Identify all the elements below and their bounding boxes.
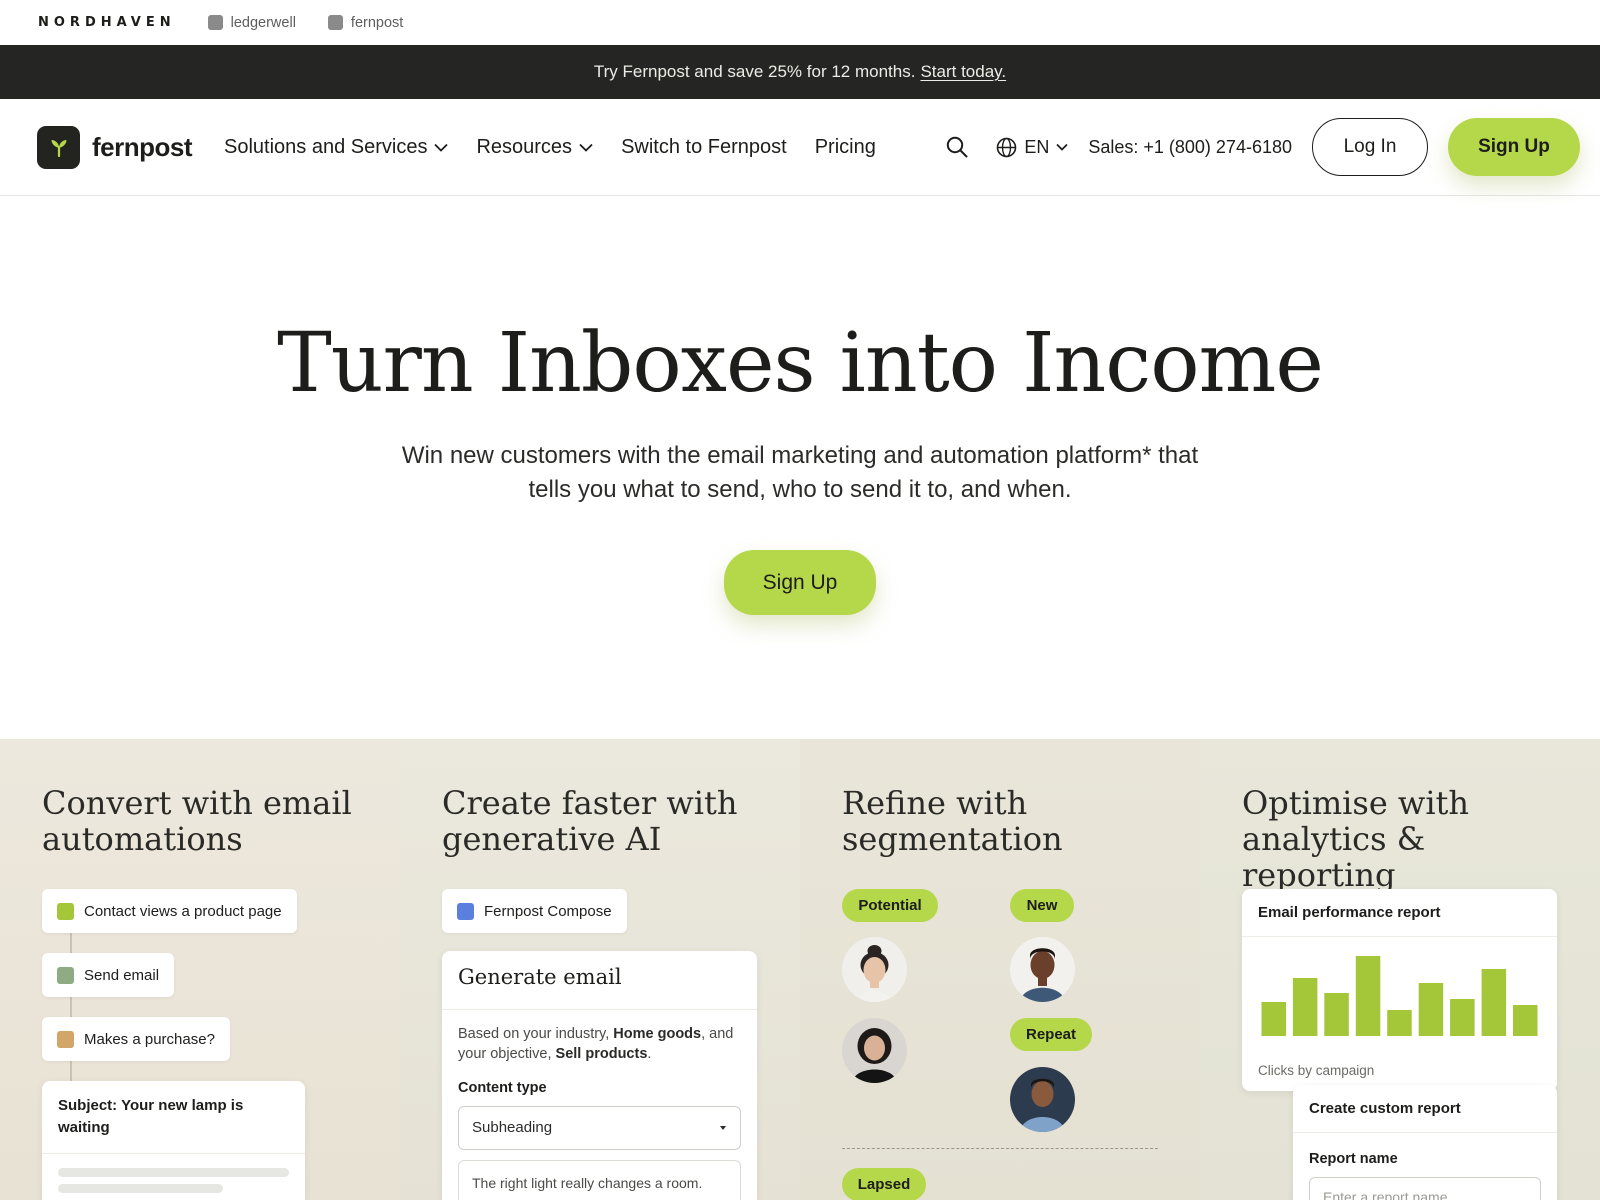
custom-report-card: Create custom report Report name Enter a… [1293,1085,1557,1200]
site-link-label: ledgerwell [230,14,296,31]
nav-item-label: Switch to Fernpost [621,135,787,158]
content-type-select[interactable]: Subheading [458,1106,741,1150]
signup-button[interactable]: Sign Up [1448,118,1580,176]
report-name-label: Report name [1309,1151,1398,1167]
fernpost-logo[interactable]: fernpost [37,125,193,169]
chart-caption: Clicks by campaign [1258,1063,1375,1078]
flow-step: Contact views a product page [42,889,297,933]
nav-switch[interactable]: Switch to Fernpost [621,136,787,159]
language-label: EN [1024,136,1050,157]
login-button[interactable]: Log In [1312,118,1428,176]
segment-badge-potential: Potential [842,889,938,922]
feature-analytics: Optimise with analytics & reporting Emai… [1200,739,1600,1200]
trigger-icon [57,902,74,920]
chart-bar [1324,993,1349,1036]
feature-ai: Create faster with generative AI Fernpos… [400,739,800,1200]
content-type-label: Content type [458,1080,547,1096]
nav-pricing[interactable]: Pricing [815,136,876,159]
generate-email-card: Generate email Based on your industry, H… [442,951,757,1200]
text-placeholder-line [58,1184,223,1193]
hero-title: Turn Inboxes into Income [277,316,1324,411]
flow-step: Makes a purchase? [42,1017,230,1061]
nav-item-label: Solutions and Services [224,135,428,158]
flow-step-label: Contact views a product page [84,902,282,920]
chevron-down-icon [1056,143,1068,151]
chart-bar [1292,978,1318,1036]
chart-bar [1261,1002,1286,1036]
email-performance-card: Email performance report Clicks by campa… [1242,889,1557,1091]
nav-resources[interactable]: Resources [476,136,593,159]
ledgerwell-icon [207,15,223,30]
promo-link[interactable]: Start today. [920,62,1006,82]
fernpost-sprout-icon [37,125,80,169]
promo-text: Try Fernpost and save 25% for 12 months. [593,62,916,81]
text-placeholder-line [58,1168,289,1177]
feature-segmentation: Refine with segmentation Potential New R… [800,739,1200,1200]
flow-step-label: Makes a purchase? [84,1030,215,1048]
features-section: Convert with email automations Contact v… [0,739,1600,1200]
generate-description: Based on your industry, Home goods, and … [458,1026,734,1062]
site-link-label: fernpost [350,14,404,31]
condition-icon [57,1030,74,1048]
content-type-value: Subheading [472,1119,553,1136]
globe-icon [997,137,1017,157]
site-link-fernpost[interactable]: fernpost [327,14,404,31]
compose-label: Fernpost Compose [484,902,612,920]
fernpost-site-icon [327,15,343,30]
avatar [1010,937,1075,1002]
search-icon[interactable] [946,136,968,158]
nordhaven-logo[interactable]: NORDHAVEN [38,15,176,30]
custom-report-title: Create custom report [1293,1085,1557,1133]
email-subject: Subject: Your new lamp is waiting [42,1081,305,1154]
nav-menu: Solutions and Services Resources Switch … [224,136,876,159]
chart-bar [1450,999,1475,1036]
main-nav: fernpost Solutions and Services Resource… [0,99,1600,196]
flow-step: Send email [42,953,175,997]
chevron-down-icon [434,143,449,152]
avatar [1010,1067,1075,1132]
feature-title: Create faster with generative AI [442,784,738,858]
email-preview-card: Subject: Your new lamp is waiting [42,1081,305,1200]
nav-solutions[interactable]: Solutions and Services [224,135,449,159]
segment-divider [842,1148,1158,1149]
site-link-ledgerwell[interactable]: ledgerwell [207,14,296,31]
hero-subtitle: Win new customers with the email marketi… [401,442,1199,503]
report-name-input[interactable]: Enter a report name [1309,1177,1541,1200]
promo-banner: Try Fernpost and save 25% for 12 months.… [0,45,1600,99]
hero-signup-button[interactable]: Sign Up [724,550,876,615]
clicks-bar-chart [1261,956,1538,1036]
feature-title: Convert with email automations [42,784,352,858]
chevron-down-icon [579,143,593,152]
caret-down-icon [720,1126,726,1130]
hero-section: Turn Inboxes into Income Win new custome… [0,196,1600,739]
feature-title: Optimise with analytics & reporting [1242,784,1470,894]
avatar [842,937,907,1002]
avatar [842,1018,907,1083]
chart-bar [1355,956,1381,1036]
segment-badge-new: New [1010,889,1074,922]
brand-bar: NORDHAVEN ledgerwell fernpost [0,0,1600,45]
nav-item-label: Resources [476,135,573,158]
feature-automations: Convert with email automations Contact v… [0,739,400,1200]
card-title: Generate email [442,951,757,1010]
report-title: Email performance report [1242,889,1557,937]
compose-chip: Fernpost Compose [442,889,627,933]
compose-icon [457,902,474,920]
email-body-textarea[interactable]: The right light really changes a room. [458,1160,741,1200]
nav-right: EN Sales: +1 (800) 274-6180 Log In Sign … [946,118,1580,176]
language-selector[interactable]: EN [996,137,1068,158]
flow-step-label: Send email [84,966,160,984]
chart-bar [1481,969,1507,1036]
sales-phone[interactable]: Sales: +1 (800) 274-6180 [1088,137,1292,158]
chart-bar [1387,1010,1412,1036]
brand-wordmark: fernpost [92,131,193,162]
segment-badge-lapsed: Lapsed [842,1168,926,1200]
chart-bar [1513,1005,1538,1036]
chart-bar [1418,983,1444,1036]
feature-title: Refine with segmentation [842,784,1063,858]
segment-badge-repeat: Repeat [1010,1018,1092,1051]
nav-item-label: Pricing [814,135,876,158]
email-step-icon [57,966,74,984]
